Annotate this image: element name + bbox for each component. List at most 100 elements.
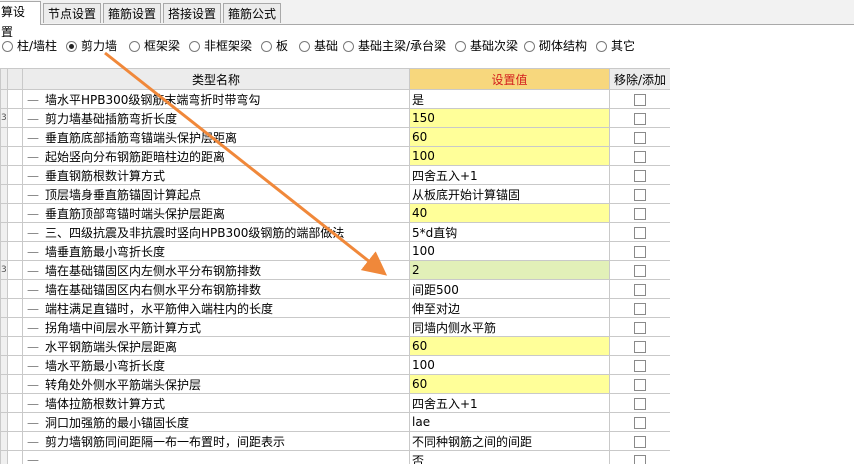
radio-indicator[interactable] bbox=[299, 41, 310, 52]
remove-add-checkbox[interactable] bbox=[634, 169, 646, 182]
setting-value-cell[interactable]: 四舍五入+1 bbox=[409, 165, 610, 185]
remove-add-checkbox[interactable] bbox=[634, 321, 646, 334]
radio-foundation[interactable]: 基础 bbox=[299, 34, 338, 58]
setting-value-cell[interactable]: 100 bbox=[409, 146, 610, 166]
remove-add-checkbox[interactable] bbox=[634, 454, 646, 464]
table-row[interactable]: — 垂直筋底部插筋弯锚端头保护层距离 60 bbox=[0, 127, 670, 147]
remove-add-checkbox[interactable] bbox=[634, 131, 646, 144]
tree-branch-line: — bbox=[27, 301, 39, 316]
remove-add-checkbox[interactable] bbox=[634, 226, 646, 239]
tab-node-settings[interactable]: 节点设置 bbox=[43, 3, 101, 23]
table-row[interactable]: — 否 bbox=[0, 450, 670, 464]
table-row[interactable]: — 拐角墙中间层水平筋计算方式 同墙内侧水平筋 bbox=[0, 317, 670, 337]
radio-foundation-main-beam[interactable]: 基础主梁/承台梁 bbox=[343, 34, 446, 58]
table-row[interactable]: 3 — 剪力墙基础插筋弯折长度 150 bbox=[0, 108, 670, 128]
setting-value-cell[interactable]: 60 bbox=[409, 374, 610, 394]
remove-add-checkbox[interactable] bbox=[634, 340, 646, 353]
remove-add-checkbox[interactable] bbox=[634, 150, 646, 163]
table-row[interactable]: — 墙水平HPB300级钢筋末端弯折时带弯勾 是 bbox=[0, 89, 670, 109]
tree-branch-line: — bbox=[27, 225, 39, 240]
table-row[interactable]: — 垂直钢筋根数计算方式 四舍五入+1 bbox=[0, 165, 670, 185]
setting-value-cell[interactable]: 否 bbox=[409, 450, 610, 464]
remove-add-checkbox[interactable] bbox=[634, 245, 646, 258]
setting-value-cell[interactable]: 间距500 bbox=[409, 279, 610, 299]
setting-value-cell[interactable]: 不同种钢筋之间的间距 bbox=[409, 431, 610, 451]
radio-other[interactable]: 其它 bbox=[596, 34, 635, 58]
tree-indent-cell bbox=[7, 336, 23, 356]
table-row[interactable]: — 端柱满足直锚时，水平筋伸入端柱内的长度 伸至对边 bbox=[0, 298, 670, 318]
tree-branch-line: — bbox=[27, 187, 39, 202]
setting-value-cell[interactable]: 40 bbox=[409, 203, 610, 223]
table-row[interactable]: — 墙水平筋最小弯折长度 100 bbox=[0, 355, 670, 375]
tab-calc-settings[interactable]: 算设置 bbox=[0, 1, 41, 39]
header-type-name[interactable]: 类型名称 bbox=[22, 68, 410, 90]
remove-add-checkbox[interactable] bbox=[634, 112, 646, 125]
setting-value-cell[interactable]: 60 bbox=[409, 127, 610, 147]
remove-add-cell bbox=[609, 241, 670, 261]
radio-indicator[interactable] bbox=[596, 41, 607, 52]
radio-column[interactable]: 柱/墙柱 bbox=[2, 34, 57, 58]
setting-value-cell[interactable]: 100 bbox=[409, 241, 610, 261]
radio-slab[interactable]: 板 bbox=[261, 34, 288, 58]
radio-indicator[interactable] bbox=[129, 41, 140, 52]
type-name-text: 三、四级抗震及非抗震时竖向HPB300级钢筋的端部做法 bbox=[45, 225, 345, 240]
radio-indicator[interactable] bbox=[2, 41, 13, 52]
remove-add-checkbox[interactable] bbox=[634, 378, 646, 391]
tree-indent-cell bbox=[7, 89, 23, 109]
remove-add-checkbox[interactable] bbox=[634, 188, 646, 201]
setting-value-cell[interactable]: 四舍五入+1 bbox=[409, 393, 610, 413]
remove-add-checkbox[interactable] bbox=[634, 302, 646, 315]
radio-indicator[interactable] bbox=[524, 41, 535, 52]
setting-value-cell[interactable]: 150 bbox=[409, 108, 610, 128]
type-name-text: 水平钢筋端头保护层距离 bbox=[45, 339, 178, 354]
remove-add-checkbox[interactable] bbox=[634, 264, 646, 277]
table-row[interactable]: — 顶层墙身垂直筋锚固计算起点 从板底开始计算锚固 bbox=[0, 184, 670, 204]
table-row[interactable]: — 墙体拉筋根数计算方式 四舍五入+1 bbox=[0, 393, 670, 413]
setting-value-cell[interactable]: 2 bbox=[409, 260, 610, 280]
table-row[interactable]: — 洞口加强筋的最小锚固长度 lae bbox=[0, 412, 670, 432]
radio-shear-wall[interactable]: 剪力墙 bbox=[66, 34, 117, 58]
setting-value-cell[interactable]: lae bbox=[409, 412, 610, 432]
remove-add-checkbox[interactable] bbox=[634, 93, 646, 106]
table-row[interactable]: — 墙垂直筋最小弯折长度 100 bbox=[0, 241, 670, 261]
remove-add-checkbox[interactable] bbox=[634, 397, 646, 410]
header-remove-add[interactable]: 移除/添加 bbox=[609, 68, 670, 90]
remove-add-checkbox[interactable] bbox=[634, 283, 646, 296]
table-row[interactable]: — 墙在基础锚固区内右侧水平分布钢筋排数 间距500 bbox=[0, 279, 670, 299]
tab-stirrup-settings[interactable]: 箍筋设置 bbox=[103, 3, 161, 23]
radio-masonry[interactable]: 砌体结构 bbox=[524, 34, 587, 58]
table-row[interactable]: 3 — 墙在基础锚固区内左侧水平分布钢筋排数 2 bbox=[0, 260, 670, 280]
radio-indicator[interactable] bbox=[261, 41, 272, 52]
radio-indicator[interactable] bbox=[455, 41, 466, 52]
type-name-cell: — 墙在基础锚固区内左侧水平分布钢筋排数 bbox=[22, 260, 410, 280]
table-row[interactable]: — 水平钢筋端头保护层距离 60 bbox=[0, 336, 670, 356]
table-row[interactable]: — 转角处外侧水平筋端头保护层 60 bbox=[0, 374, 670, 394]
tab-lap-settings[interactable]: 搭接设置 bbox=[163, 3, 221, 23]
table-row[interactable]: — 起始竖向分布钢筋距暗柱边的距离 100 bbox=[0, 146, 670, 166]
remove-add-checkbox[interactable] bbox=[634, 207, 646, 220]
setting-value-cell[interactable]: 60 bbox=[409, 336, 610, 356]
radio-indicator[interactable] bbox=[189, 41, 200, 52]
setting-value-cell[interactable]: 从板底开始计算锚固 bbox=[409, 184, 610, 204]
setting-value-cell[interactable]: 5*d直钩 bbox=[409, 222, 610, 242]
tab-stirrup-formula[interactable]: 箍筋公式 bbox=[223, 3, 281, 23]
remove-add-checkbox[interactable] bbox=[634, 359, 646, 372]
table-row[interactable]: — 垂直筋顶部弯锚时端头保护层距离 40 bbox=[0, 203, 670, 223]
radio-frame-beam[interactable]: 框架梁 bbox=[129, 34, 180, 58]
setting-value-cell[interactable]: 100 bbox=[409, 355, 610, 375]
setting-value-cell[interactable]: 同墙内侧水平筋 bbox=[409, 317, 610, 337]
setting-value-cell[interactable]: 是 bbox=[409, 89, 610, 109]
radio-foundation-secondary-beam[interactable]: 基础次梁 bbox=[455, 34, 518, 58]
remove-add-checkbox[interactable] bbox=[634, 416, 646, 429]
table-row[interactable]: — 剪力墙钢筋同间距隔一布一布置时，间距表示 不同种钢筋之间的间距 bbox=[0, 431, 670, 451]
tree-branch-line: — bbox=[27, 92, 39, 107]
radio-label: 基础次梁 bbox=[470, 39, 519, 53]
remove-add-checkbox[interactable] bbox=[634, 435, 646, 448]
header-setting-value[interactable]: 设置值 bbox=[409, 68, 610, 90]
radio-indicator[interactable] bbox=[343, 41, 354, 52]
tree-branch-line: — bbox=[27, 168, 39, 183]
setting-value-cell[interactable]: 伸至对边 bbox=[409, 298, 610, 318]
radio-non-frame-beam[interactable]: 非框架梁 bbox=[189, 34, 252, 58]
table-row[interactable]: — 三、四级抗震及非抗震时竖向HPB300级钢筋的端部做法 5*d直钩 bbox=[0, 222, 670, 242]
radio-indicator-checked[interactable] bbox=[66, 41, 77, 52]
